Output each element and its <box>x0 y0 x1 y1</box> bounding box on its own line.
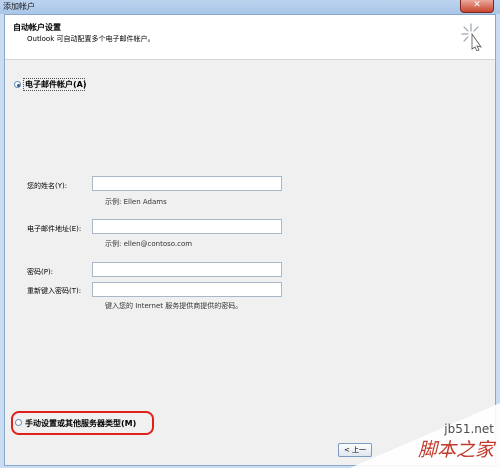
manual-setup-radio[interactable] <box>15 419 22 426</box>
watermark-url: jb51.net <box>444 422 494 436</box>
name-field[interactable] <box>92 176 282 191</box>
header-title: 自动帐户设置 <box>13 23 61 32</box>
retype-password-label: 重新键入密码(T): <box>27 287 82 295</box>
email-account-label[interactable]: 电子邮件帐户(A) <box>25 79 87 90</box>
retype-password-field[interactable] <box>92 282 282 297</box>
title-bar: 添加帐户 ✕ <box>0 0 500 14</box>
dialog-body: 自动帐户设置 Outlook 可自动配置多个电子邮件帐户。 电子邮件帐户(A) … <box>4 14 496 466</box>
name-label: 您的姓名(Y): <box>27 182 68 190</box>
password-field[interactable] <box>92 262 282 277</box>
window-title: 添加帐户 <box>3 2 35 11</box>
email-hint: 示例: ellen@contoso.com <box>105 240 193 248</box>
email-field[interactable] <box>92 219 282 234</box>
watermark-name: 脚本之家 <box>417 439 494 461</box>
password-hint: 键入您的 Internet 服务提供商提供的密码。 <box>105 302 243 310</box>
close-button[interactable]: ✕ <box>460 0 494 13</box>
email-account-radio[interactable] <box>14 81 21 88</box>
email-label: 电子邮件地址(E): <box>27 225 82 233</box>
name-hint: 示例: Ellen Adams <box>105 198 167 206</box>
wizard-sparkle-icon <box>461 23 482 51</box>
dialog-header: 自动帐户设置 Outlook 可自动配置多个电子邮件帐户。 <box>5 15 495 60</box>
close-icon: ✕ <box>473 0 481 10</box>
password-label: 密码(P): <box>27 268 54 276</box>
manual-setup-label[interactable]: 手动设置或其他服务器类型(M) <box>25 418 136 429</box>
header-subtitle: Outlook 可自动配置多个电子邮件帐户。 <box>27 35 155 43</box>
